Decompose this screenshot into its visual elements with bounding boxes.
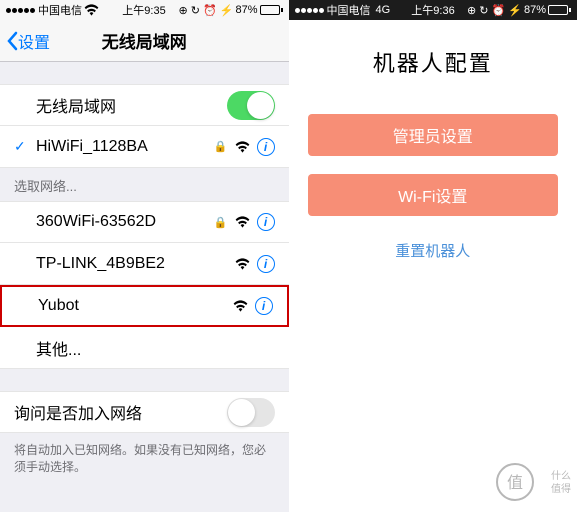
chevron-left-icon: [6, 31, 18, 51]
connected-network[interactable]: ✓ HiWiFi_1128BA 🔒 i: [0, 126, 289, 168]
status-time: 上午9:35: [122, 2, 165, 18]
battery-pct: 87%: [235, 4, 257, 16]
carrier-label: 中国电信: [327, 2, 371, 18]
ask-join-row[interactable]: 询问是否加入网络: [0, 391, 289, 433]
svg-text:值得买: 值得买: [551, 482, 571, 495]
other-label: 其他...: [36, 336, 275, 360]
status-icons: ⊕ ↻ ⏰ ⚡: [178, 4, 233, 17]
wifi-toggle-row[interactable]: 无线局域网: [0, 84, 289, 126]
watermark: 值 什么 值得买: [493, 458, 571, 506]
ask-label: 询问是否加入网络: [14, 400, 227, 424]
network-row[interactable]: TP-LINK_4B9BE2 i: [0, 243, 289, 285]
svg-text:什么: 什么: [551, 470, 571, 482]
wifi-icon: [84, 4, 99, 16]
admin-settings-button[interactable]: 管理员设置: [308, 114, 558, 156]
signal-dots: [6, 4, 36, 16]
lock-icon: 🔒: [214, 140, 228, 153]
network-name: Yubot: [38, 297, 233, 315]
status-bar: 中国电信 上午9:35 ⊕ ↻ ⏰ ⚡ 87%: [0, 0, 289, 20]
info-icon[interactable]: i: [257, 255, 275, 273]
other-network-row[interactable]: 其他...: [0, 327, 289, 369]
wifi-icon: [235, 216, 250, 228]
back-label: 设置: [18, 29, 50, 53]
wifi-icon: [235, 141, 250, 153]
page-title: 机器人配置: [373, 46, 493, 78]
info-icon[interactable]: i: [257, 138, 275, 156]
choose-network-header: 选取网络...: [0, 168, 289, 201]
info-icon[interactable]: i: [257, 213, 275, 231]
wifi-settings-button[interactable]: Wi-Fi设置: [308, 174, 558, 216]
back-button[interactable]: 设置: [0, 29, 50, 53]
status-icons: ⊕ ↻ ⏰ ⚡: [467, 4, 522, 17]
battery-icon: [548, 5, 571, 15]
network-row[interactable]: 360WiFi-63562D 🔒 i: [0, 201, 289, 243]
info-icon[interactable]: i: [255, 297, 273, 315]
network-name: 360WiFi-63562D: [36, 213, 214, 231]
network-name: TP-LINK_4B9BE2: [36, 255, 235, 273]
checkmark-icon: ✓: [14, 138, 28, 155]
battery-icon: [260, 5, 283, 15]
ask-note: 将自动加入已知网络。如果没有已知网络，您必须手动选择。: [0, 433, 289, 483]
signal-dots: [295, 4, 325, 16]
wifi-label: 无线局域网: [36, 93, 227, 117]
svg-text:值: 值: [507, 474, 523, 492]
status-bar: 中国电信 4G 上午9:36 ⊕ ↻ ⏰ ⚡ 87%: [289, 0, 577, 20]
wifi-icon: [235, 258, 250, 270]
network-name: HiWiFi_1128BA: [36, 138, 214, 156]
lock-icon: 🔒: [214, 216, 228, 229]
wifi-toggle[interactable]: [227, 91, 275, 120]
wifi-icon: [233, 300, 248, 312]
nav-title: 无线局域网: [102, 28, 187, 53]
battery-pct: 87%: [524, 4, 546, 16]
network-type: 4G: [376, 4, 391, 16]
carrier-label: 中国电信: [38, 2, 82, 18]
nav-bar: 设置 无线局域网: [0, 20, 289, 62]
status-time: 上午9:36: [411, 2, 454, 18]
ask-toggle[interactable]: [227, 398, 275, 427]
reset-robot-link[interactable]: 重置机器人: [395, 240, 470, 261]
network-row-highlighted[interactable]: Yubot i: [0, 285, 289, 327]
